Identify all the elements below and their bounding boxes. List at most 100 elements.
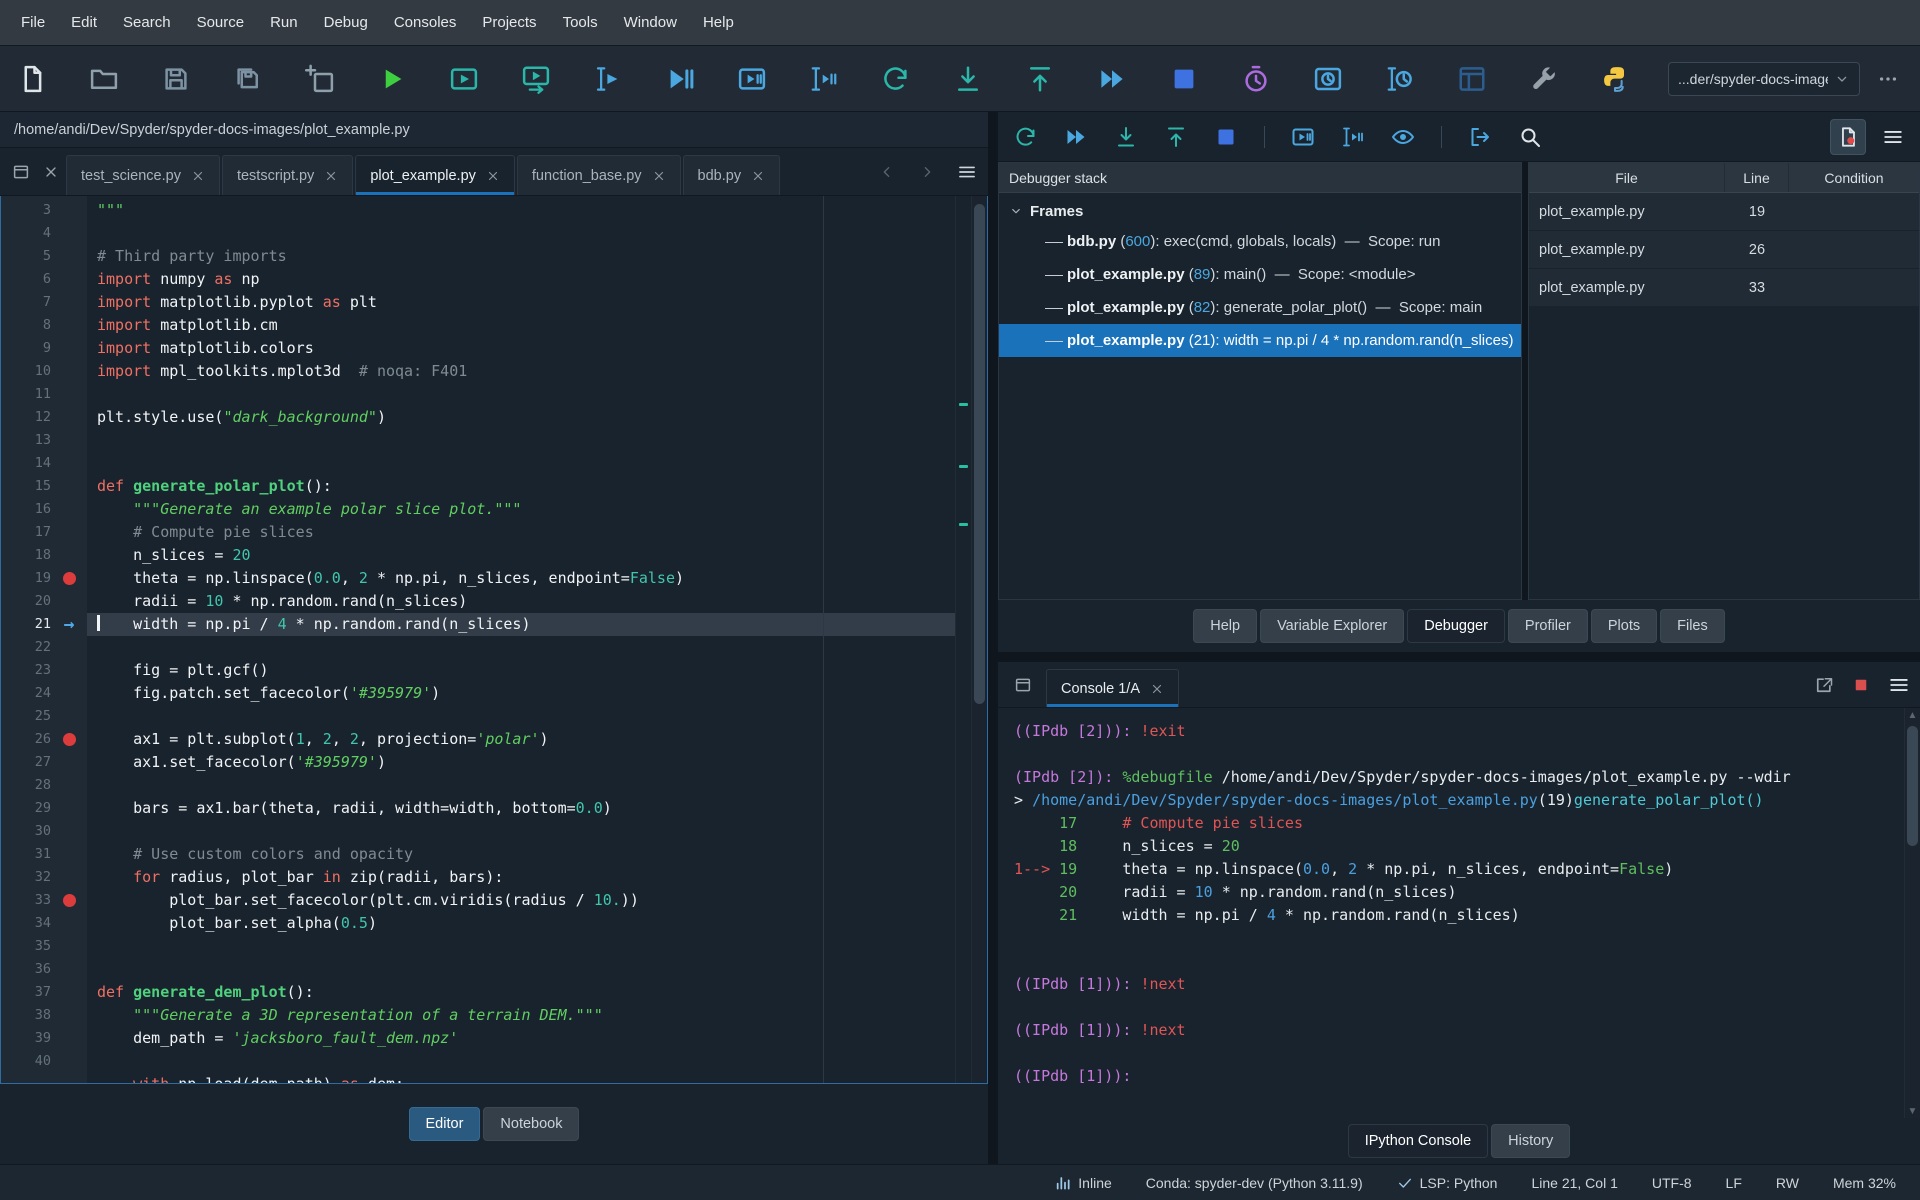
code-line-12[interactable]: 12 plt.style.use("dark_background")	[1, 406, 955, 429]
code-line-15[interactable]: 15 def generate_polar_plot():	[1, 475, 955, 498]
close-tab-icon[interactable]	[486, 169, 500, 183]
editor-scrollbar-thumb[interactable]	[974, 204, 985, 704]
code-line-37[interactable]: 37 def generate_dem_plot():	[1, 981, 955, 1004]
code-line-21[interactable]: 21 → width = np.pi / 4 * np.random.rand(…	[1, 613, 955, 636]
stack-frame-plot-example-py-21[interactable]: plot_example.py (21): width = np.pi / 4 …	[999, 324, 1521, 357]
column-header-condition[interactable]: Condition	[1789, 163, 1919, 192]
close-tab-icon[interactable]	[652, 169, 666, 183]
scroll-down-arrow[interactable]: ▼	[1905, 1104, 1920, 1118]
close-split-button[interactable]	[36, 157, 66, 187]
code-lines[interactable]: 3 """ 4 5 # Third party imports 6 import…	[1, 196, 955, 1083]
code-line-10[interactable]: 10 import mpl_toolkits.mplot3d # noqa: F…	[1, 360, 955, 383]
python-env-button[interactable]	[1600, 63, 1632, 95]
editor-tab-test-science-py[interactable]: test_science.py	[66, 155, 220, 195]
close-console-icon[interactable]	[1150, 682, 1164, 696]
editor-tab-function-base-py[interactable]: function_base.py	[517, 155, 681, 195]
frames-tree-root[interactable]: Frames	[999, 197, 1521, 225]
menu-consoles[interactable]: Consoles	[381, 8, 470, 37]
editor-options-menu[interactable]	[952, 157, 982, 187]
code-line-40[interactable]: 40	[1, 1050, 955, 1073]
run-current-line-button[interactable]	[880, 63, 912, 95]
close-tab-icon[interactable]	[751, 169, 765, 183]
status-inline[interactable]: Inline	[1055, 1175, 1111, 1191]
console-options-menu[interactable]	[1888, 674, 1910, 696]
tab-history[interactable]: History	[1491, 1124, 1570, 1158]
code-line-34[interactable]: 34 plot_bar.set_alpha(0.5)	[1, 912, 955, 935]
code-line-22[interactable]: 22	[1, 636, 955, 659]
breakpoint-dot[interactable]	[63, 894, 76, 907]
run-cell-button[interactable]	[448, 63, 480, 95]
gutter-marker[interactable]	[51, 889, 87, 912]
switch-notebook-button[interactable]: Notebook	[483, 1107, 579, 1141]
tab-plots[interactable]: Plots	[1591, 609, 1657, 643]
debug-cell-toolbar-button[interactable]	[1291, 125, 1315, 149]
debug-selection-button[interactable]	[808, 63, 840, 95]
profile-selection-button[interactable]	[1384, 63, 1416, 95]
code-line-35[interactable]: 35	[1, 935, 955, 958]
close-tab-icon[interactable]	[191, 169, 205, 183]
code-line-17[interactable]: 17 # Compute pie slices	[1, 521, 955, 544]
status-utf-8[interactable]: UTF-8	[1652, 1175, 1692, 1191]
code-line-26[interactable]: 26 ax1 = plt.subplot(1, 2, 2, projection…	[1, 728, 955, 751]
profile-cell-button[interactable]	[1312, 63, 1344, 95]
exit-debugger-button[interactable]	[1468, 125, 1492, 149]
code-line-23[interactable]: 23 fig = plt.gcf()	[1, 659, 955, 682]
code-line-39[interactable]: 39 dem_path = 'jacksboro_fault_dem.npz'	[1, 1027, 955, 1050]
editor-scrollbar[interactable]	[971, 196, 987, 1083]
gutter-marker[interactable]	[51, 567, 87, 590]
code-line-38[interactable]: 38 """Generate a 3D representation of a …	[1, 1004, 955, 1027]
editor-tab-testscript-py[interactable]: testscript.py	[222, 155, 353, 195]
debug-step-return-button[interactable]	[1164, 125, 1188, 149]
gutter-marker[interactable]	[51, 728, 87, 751]
run-file-button[interactable]	[376, 63, 408, 95]
code-line-25[interactable]: 25	[1, 705, 955, 728]
stop-debug-button[interactable]	[1168, 63, 1200, 95]
debug-continue-button[interactable]	[1064, 125, 1088, 149]
save-button[interactable]	[160, 63, 192, 95]
debug-stop-button[interactable]	[1214, 125, 1238, 149]
menu-projects[interactable]: Projects	[469, 8, 549, 37]
code-line-11[interactable]: 11	[1, 383, 955, 406]
menu-search[interactable]: Search	[110, 8, 184, 37]
menu-file[interactable]: File	[8, 8, 58, 37]
code-line-36[interactable]: 36	[1, 958, 955, 981]
new-cell-button[interactable]	[304, 63, 336, 95]
scroll-tabs-left-button[interactable]	[872, 157, 902, 187]
continue-button[interactable]	[1096, 63, 1128, 95]
menu-tools[interactable]: Tools	[550, 8, 611, 37]
code-line-28[interactable]: 28	[1, 774, 955, 797]
profile-file-button[interactable]	[1240, 63, 1272, 95]
status-lsp-python[interactable]: LSP: Python	[1397, 1175, 1498, 1191]
stack-frame-plot-example-py-82[interactable]: plot_example.py (82): generate_polar_plo…	[999, 291, 1521, 324]
run-selection-button[interactable]	[592, 63, 624, 95]
step-return-button[interactable]	[1024, 63, 1056, 95]
status-lf[interactable]: LF	[1726, 1175, 1742, 1191]
code-line-8[interactable]: 8 import matplotlib.cm	[1, 314, 955, 337]
browse-console-tabs-button[interactable]	[1008, 670, 1038, 700]
code-line-19[interactable]: 19 theta = np.linspace(0.0, 2 * np.pi, n…	[1, 567, 955, 590]
menu-window[interactable]: Window	[611, 8, 690, 37]
code-line-20[interactable]: 20 radii = 10 * np.random.rand(n_slices)	[1, 590, 955, 613]
column-header-line[interactable]: Line	[1725, 163, 1789, 192]
editor-tab-bdb-py[interactable]: bdb.py	[683, 155, 781, 195]
code-line-32[interactable]: 32 for radius, plot_bar in zip(radii, ba…	[1, 866, 955, 889]
save-all-button[interactable]	[232, 63, 264, 95]
maximize-pane-button[interactable]	[1456, 63, 1488, 95]
status-conda-spyder-dev-python-3-11-9[interactable]: Conda: spyder-dev (Python 3.11.9)	[1146, 1175, 1363, 1191]
code-line-3[interactable]: 3 """	[1, 199, 955, 222]
console-tab[interactable]: Console 1/A	[1046, 669, 1179, 707]
code-line-27[interactable]: 27 ax1.set_facecolor('#395979')	[1, 751, 955, 774]
tab-files[interactable]: Files	[1660, 609, 1725, 643]
code-line-31[interactable]: 31 # Use custom colors and opacity	[1, 843, 955, 866]
code-line-16[interactable]: 16 """Generate an example polar slice pl…	[1, 498, 955, 521]
code-line-14[interactable]: 14	[1, 452, 955, 475]
run-cell-advance-button[interactable]	[520, 63, 552, 95]
breakpoint-row[interactable]: plot_example.py 33	[1529, 269, 1919, 307]
code-line-6[interactable]: 6 import numpy as np	[1, 268, 955, 291]
code-line-partial[interactable]: with np.load(dem_path) as dem:	[1, 1073, 955, 1083]
code-line-9[interactable]: 9 import matplotlib.colors	[1, 337, 955, 360]
switch-editor-button[interactable]: Editor	[409, 1107, 481, 1141]
collapse-arrow-icon[interactable]	[1009, 204, 1023, 218]
menu-run[interactable]: Run	[257, 8, 311, 37]
show-globals-button[interactable]	[1391, 125, 1415, 149]
